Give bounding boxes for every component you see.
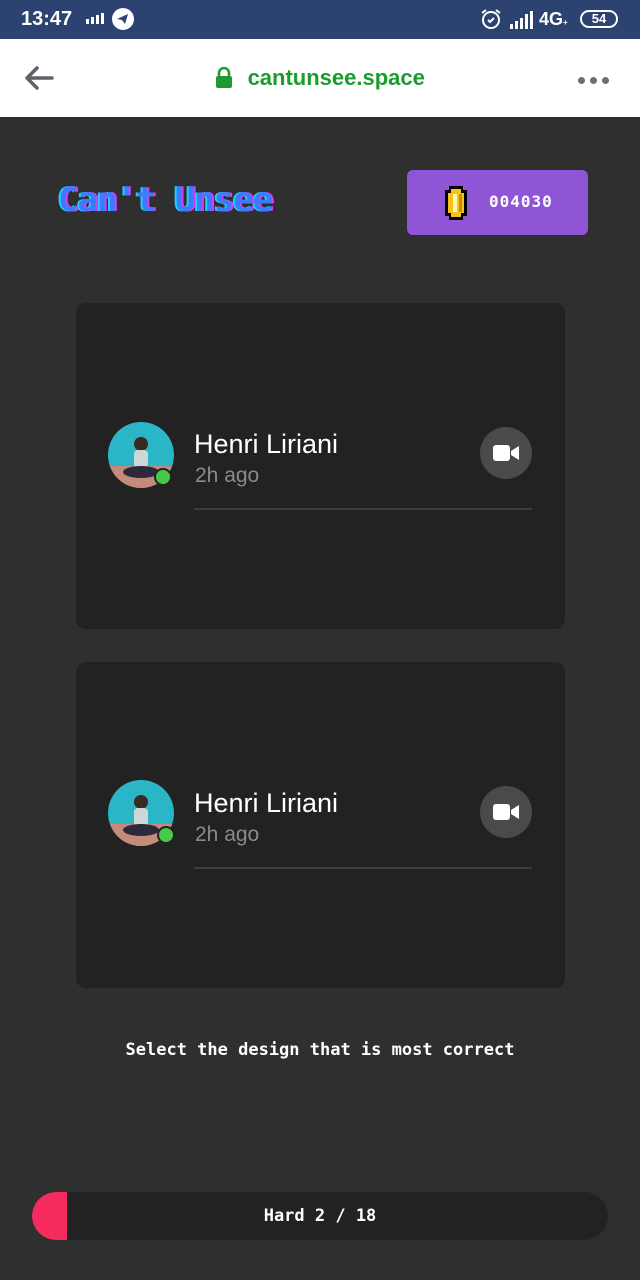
network-sub: + <box>563 18 568 27</box>
contact-name: Henri Liriani <box>194 788 339 818</box>
lock-icon <box>216 67 233 88</box>
url-text: cantunsee.space <box>247 65 425 90</box>
progress-label: Hard 2 / 18 <box>263 1206 377 1226</box>
online-status-dot <box>154 468 172 486</box>
video-call-button[interactable] <box>480 427 532 479</box>
instruction-text: Select the design that is most correct <box>125 1040 515 1060</box>
data-signal-icon <box>86 13 104 24</box>
divider <box>194 867 532 869</box>
status-time: 13:47 <box>21 8 73 30</box>
network-type: 4G+ <box>539 9 568 30</box>
divider <box>194 508 532 510</box>
design-option-1[interactable]: Henri Liriani 2h ago <box>76 303 565 629</box>
alarm-icon <box>481 9 501 29</box>
contact-time: 2h ago <box>195 464 260 487</box>
telegram-icon <box>112 8 134 30</box>
contact-name: Henri Liriani <box>194 429 339 459</box>
browser-toolbar: cantunsee.space <box>0 39 640 117</box>
app-logo: Can't Unsee <box>58 180 273 220</box>
status-bar: 13:47 4G+ 54 <box>0 0 640 39</box>
coin-counter: 004030 <box>407 170 588 235</box>
contact-time: 2h ago <box>195 823 260 846</box>
network-label: 4G <box>539 9 564 29</box>
video-call-button[interactable] <box>480 786 532 838</box>
video-camera-icon <box>493 445 519 461</box>
video-camera-icon <box>493 804 519 820</box>
cell-signal-icon <box>510 11 533 29</box>
online-status-dot <box>157 826 175 844</box>
coin-icon <box>445 186 467 220</box>
design-option-2[interactable]: Henri Liriani 2h ago <box>76 662 565 988</box>
more-options-icon[interactable] <box>578 71 616 85</box>
battery-indicator: 54 <box>580 10 618 28</box>
address-bar[interactable]: cantunsee.space <box>0 65 640 91</box>
coin-count: 004030 <box>489 192 553 211</box>
level-progress-bar: Hard 2 / 18 <box>32 1192 608 1240</box>
